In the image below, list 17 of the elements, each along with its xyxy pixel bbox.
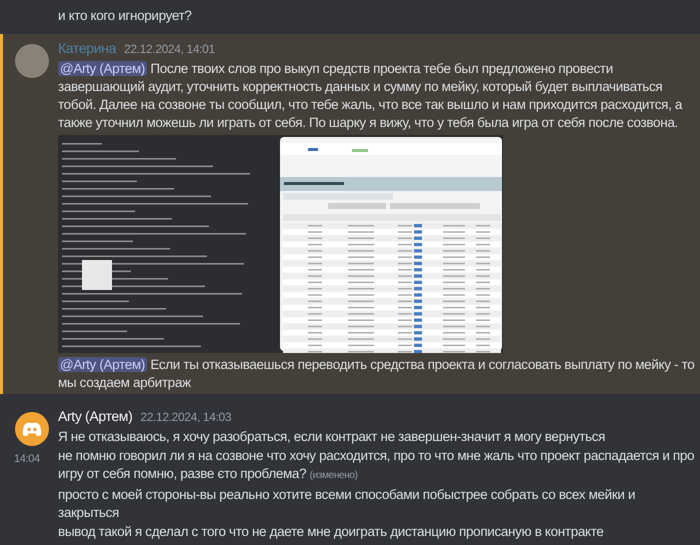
author-name[interactable]: Катерина: [58, 38, 116, 58]
message-text: @Arty (Артем) Если ты отказываешься переводить средства проекта и согласовать выплату по мейку - то мы создаем арбитраж: [58, 356, 696, 392]
user-mention[interactable]: @Arty (Артем): [58, 61, 147, 76]
message-timestamp: 22.12.2024, 14:03: [140, 409, 232, 426]
edited-label: (изменено): [310, 470, 358, 481]
screenshot-attachment-drawing[interactable]: [58, 135, 503, 353]
message-text: и кто кого игнорирует?: [58, 7, 193, 25]
avatar[interactable]: [15, 412, 49, 446]
message-text: Я не отказываюсь, я хочу разобраться, если контракт не завершен-значит я могу вернуться: [58, 428, 606, 446]
message-text: вывод такой я сделал с того что не даете мне доиграть дистанцию прописаную в контракте: [58, 523, 605, 541]
avatar-photo-placeholder[interactable]: [15, 44, 49, 78]
message-text: @Arty (Артем) После твоих слов про выкуп средств проекта тебе был предложено провести завершающий аудит, уточнить корректность данных и сумму по мейку, который будет выплачиваться тобой. Далее на созвоне ты сообщил, что тебе жаль, что все так вышло и нам приходится расходится, а также уточнил можешь ли играть от себя. По шарку я вижу, что у тебя была игра от себя после созвона.: [58, 60, 684, 132]
user-mention[interactable]: @Arty (Артем): [58, 357, 147, 372]
game-controller-icon: [22, 422, 42, 436]
message-timestamp: 22.12.2024, 14:01: [124, 41, 215, 58]
author-name[interactable]: Arty (Артем): [58, 406, 132, 426]
message-time: 14:04: [14, 452, 40, 467]
